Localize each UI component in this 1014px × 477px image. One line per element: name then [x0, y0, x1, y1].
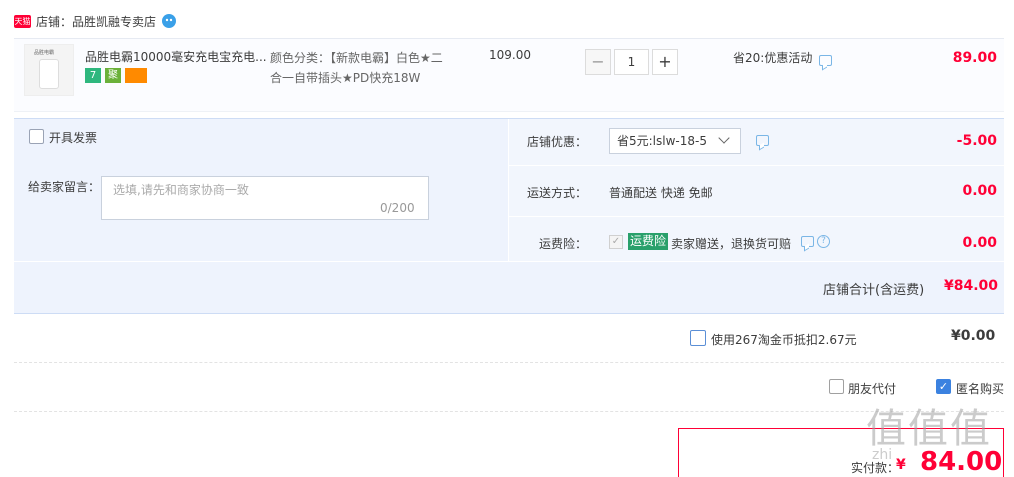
friend-pay-checkbox[interactable] [829, 379, 844, 394]
credit-card-icon[interactable] [125, 68, 147, 83]
taojinbi-checkbox[interactable] [690, 330, 706, 346]
product-title-link[interactable]: 品胜电霸10000毫安充电宝充电... [85, 48, 267, 66]
tmall-badge: 天猫 [14, 15, 31, 28]
taojinbi-label[interactable]: 使用267淘金币抵扣2.67元 [711, 331, 857, 348]
promotion-text: 省20:优惠活动 [733, 51, 813, 65]
juhuasuan-icon[interactable]: 聚 [105, 68, 121, 83]
taojinbi-deduction-value: ¥0.00 [951, 328, 996, 344]
shop-name-link[interactable]: 店铺：品胜凯融专卖店 [36, 13, 156, 31]
product-thumbnail[interactable]: 品胜电霸 [24, 44, 74, 96]
seller-note-char-count: 0/200 [380, 201, 415, 215]
item-subtotal: 89.00 [952, 50, 997, 66]
row-divider [509, 165, 1004, 166]
insurance-badge: 运费险 [628, 233, 669, 250]
row-divider [509, 216, 1004, 217]
shop-coupon-label: 店铺优惠： [526, 135, 587, 149]
coupon-comment-icon[interactable] [756, 135, 769, 146]
shipping-insurance-label: 运费险： [538, 237, 587, 251]
sku-line-2: 合一自带插头★PD快充18W [270, 71, 421, 85]
invoice-label[interactable]: 开具发票 [49, 129, 97, 146]
quantity-increase-button[interactable]: + [652, 49, 678, 75]
insurance-checkbox: ✓ [609, 235, 623, 249]
insurance-description: 卖家赠送，退换货可赔 [671, 237, 792, 251]
dashed-divider [14, 411, 1004, 412]
currency-symbol: ¥ [896, 457, 906, 473]
invoice-checkbox[interactable] [29, 129, 44, 144]
insurance-comment-icon[interactable] [801, 236, 814, 247]
wangwang-chat-icon[interactable] [160, 12, 178, 30]
shop-coupon-discount: -5.00 [956, 133, 997, 149]
seller-note-label: 给卖家留言： [28, 180, 101, 194]
power-bank-image [39, 59, 59, 89]
thumbnail-brand-text: 品胜电霸 [34, 50, 55, 56]
shop-total-value: ¥84.00 [944, 278, 999, 294]
friend-pay-label[interactable]: 朋友代付 [848, 380, 896, 397]
shipping-label: 运送方式： [526, 186, 587, 200]
quantity-input[interactable]: 1 [614, 49, 649, 75]
sku-info: 颜色分类：【新款电霸】白色★二 合一自带插头★PD快充18W [270, 48, 460, 88]
seven-day-return-icon[interactable]: 7 [85, 68, 101, 83]
promotion-comment-icon[interactable] [819, 55, 832, 66]
insurance-help-icon[interactable]: ? [817, 235, 830, 248]
site-watermark-text: zhi [872, 447, 893, 463]
seller-note-placeholder: 选填,请先和商家协商一致 [113, 183, 249, 197]
shop-total-label: 店铺合计(含运费) [823, 283, 925, 298]
insurance-cost: 0.00 [962, 235, 997, 251]
panel-total-divider [14, 261, 1004, 262]
site-watermark-logo: 值值值 [866, 406, 992, 452]
anonymous-purchase-label[interactable]: 匿名购买 [956, 380, 1004, 397]
dashed-divider [14, 362, 1004, 363]
shipping-cost: 0.00 [962, 183, 997, 199]
shipping-method: 普通配送 快递 免邮 [609, 186, 713, 200]
unit-price: 109.00 [489, 48, 531, 62]
anonymous-purchase-checkbox[interactable]: ✓ [936, 379, 951, 394]
quantity-decrease-button[interactable]: − [585, 49, 611, 75]
sku-line-1: 颜色分类：【新款电霸】白色★二 [270, 51, 443, 65]
